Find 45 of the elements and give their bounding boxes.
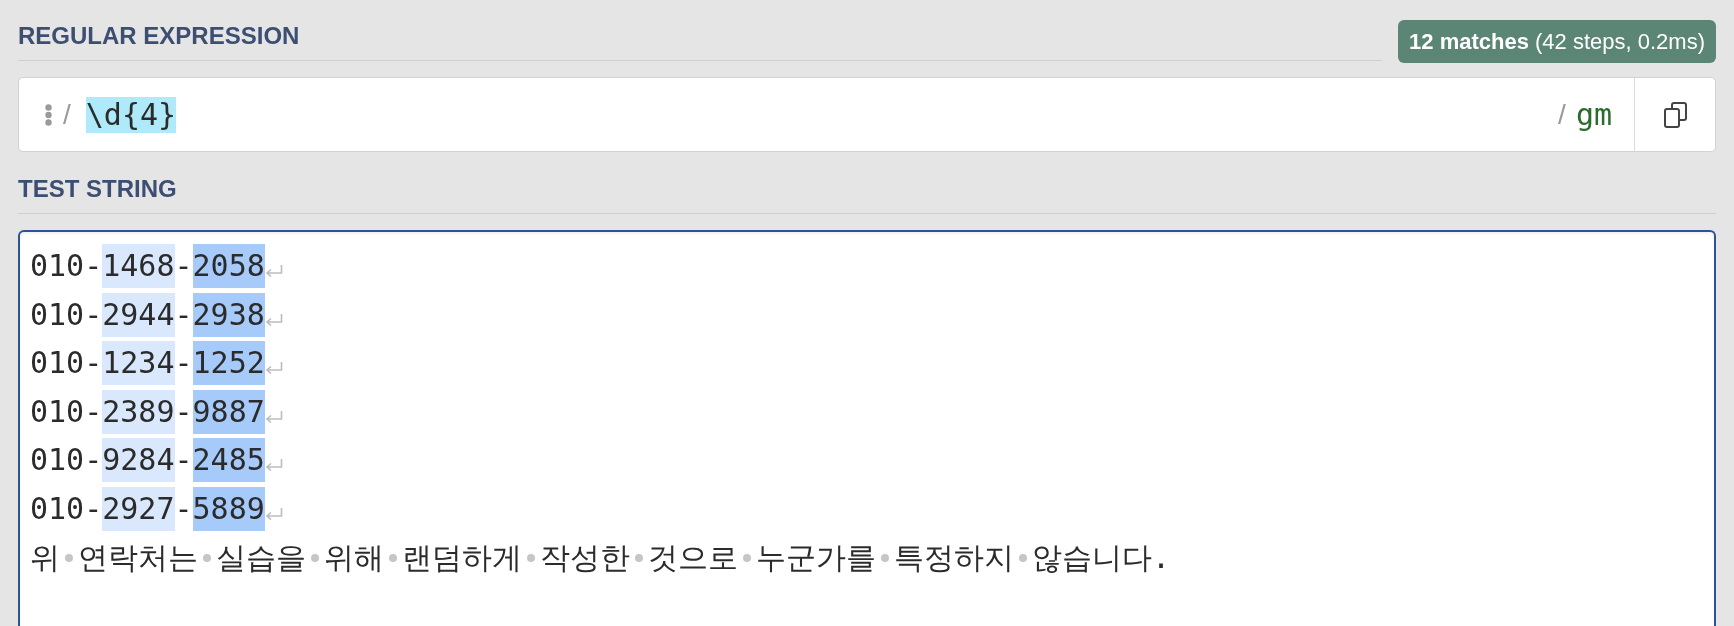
test-string-text: 010- bbox=[30, 392, 103, 431]
match-highlight: 9887 bbox=[192, 389, 265, 434]
test-string-text: 것으로 bbox=[648, 538, 738, 577]
match-highlight: 5889 bbox=[192, 486, 265, 531]
test-string-text: 랜덤하게 bbox=[402, 538, 522, 577]
test-string-text: 010- bbox=[30, 489, 103, 528]
match-highlight: 1252 bbox=[192, 341, 265, 386]
regex-delimiter: / bbox=[63, 97, 71, 132]
vertical-dots-icon[interactable] bbox=[45, 103, 52, 126]
test-string-field[interactable]: 010-1468-2058 010-2944-2938 010-1234-1252 010-2389-9887 010-9284-2485 010-2927-5889 위 연락처는 실습을 위해 랜덤하게 작성한 것으로 누군가를 특정하지 않습니다. bbox=[18, 230, 1716, 626]
test-string-text: - bbox=[174, 247, 193, 285]
match-highlight: 9284 bbox=[102, 438, 175, 483]
test-string-text: 특정하지 bbox=[894, 538, 1014, 577]
match-highlight: 2389 bbox=[102, 389, 175, 434]
test-string-text: 않습니다. bbox=[1032, 538, 1171, 577]
regex-flags[interactable]: gm bbox=[1575, 96, 1612, 133]
test-string-text: 010- bbox=[30, 441, 103, 480]
test-string-text: - bbox=[174, 489, 193, 528]
match-highlight: 2058 bbox=[192, 244, 265, 288]
match-highlight: 2927 bbox=[102, 486, 175, 531]
test-string-text: 010- bbox=[30, 344, 103, 383]
section-title: REGULAR EXPRESSION bbox=[18, 22, 300, 50]
copy-button[interactable] bbox=[1634, 78, 1715, 151]
match-highlight: 2944 bbox=[102, 292, 175, 337]
match-summary-badge: 12 matches (42 steps, 0.2ms) bbox=[1398, 20, 1716, 63]
match-highlight: 2485 bbox=[192, 438, 265, 483]
match-highlight: 2938 bbox=[192, 292, 265, 337]
match-highlight: 1468 bbox=[102, 244, 175, 288]
test-string-text: 위해 bbox=[324, 538, 384, 577]
test-string-text: 작성한 bbox=[540, 538, 630, 577]
test-string-text: - bbox=[174, 295, 193, 334]
test-string-text: - bbox=[174, 344, 193, 383]
test-string-text: 010- bbox=[30, 295, 103, 334]
test-string-text: 연락처는 bbox=[78, 538, 198, 577]
test-string-text: 실습을 bbox=[216, 538, 306, 577]
regex-input[interactable]: \d{4} bbox=[85, 96, 1559, 133]
regex-delimiter: / bbox=[1558, 97, 1566, 132]
copy-icon bbox=[1663, 101, 1687, 128]
section-title: TEST STRING bbox=[18, 175, 177, 203]
test-string-text: 누군가를 bbox=[756, 538, 876, 577]
test-string-text: 위 bbox=[30, 538, 60, 577]
test-string-text: 010- bbox=[30, 247, 103, 285]
test-string-text: - bbox=[174, 441, 193, 480]
test-string-text: - bbox=[174, 392, 193, 431]
match-highlight: 1234 bbox=[102, 341, 175, 386]
